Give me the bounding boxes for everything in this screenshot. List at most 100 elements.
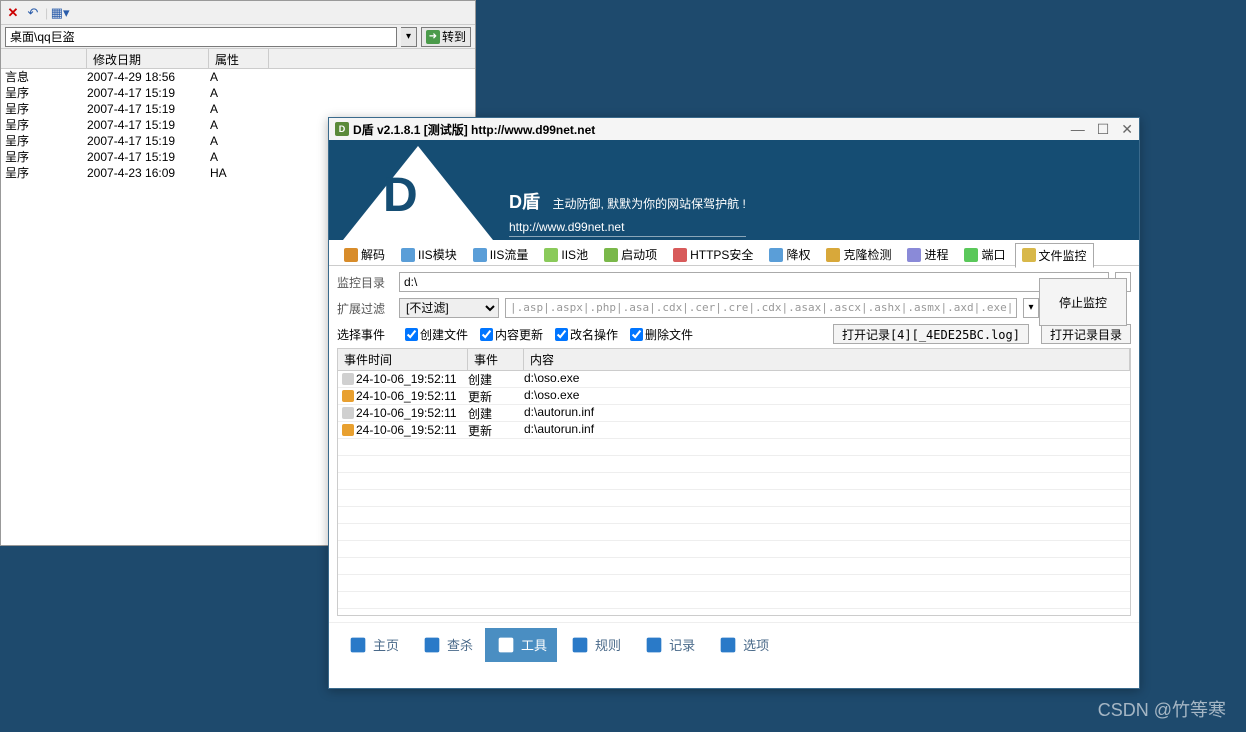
tab-7[interactable]: 克隆检测 [819, 242, 898, 267]
tab-icon [544, 248, 558, 262]
window-title: D盾 v2.1.8.1 [测试版] http://www.d99net.net [353, 121, 1071, 138]
file-row[interactable]: 言息2007-4-29 18:56A [1, 69, 475, 85]
tab-3[interactable]: IIS池 [537, 242, 595, 267]
empty-row [338, 592, 1130, 609]
bottom-nav: 主页查杀工具规则记录选项 [329, 622, 1139, 666]
ext-label: 扩展过滤 [337, 300, 393, 317]
chk-update[interactable]: 内容更新 [480, 326, 543, 343]
column-headers: 修改日期 属性 [1, 49, 475, 69]
tab-icon [401, 248, 415, 262]
event-row[interactable]: 24-10-06_19:52:11创建d:\oso.exe [338, 371, 1130, 388]
dropdown-icon[interactable]: ▾ [1023, 298, 1039, 318]
nav-选项[interactable]: 选项 [707, 628, 779, 662]
tab-2[interactable]: IIS流量 [466, 242, 536, 267]
address-input[interactable] [5, 27, 397, 47]
event-row[interactable]: 24-10-06_19:52:11更新d:\oso.exe [338, 388, 1130, 405]
empty-row [338, 575, 1130, 592]
nav-icon [569, 634, 591, 656]
empty-row [338, 439, 1130, 456]
undo-icon[interactable]: ↶ [25, 5, 41, 21]
banner-title: D盾 [509, 192, 540, 212]
tab-8[interactable]: 进程 [900, 242, 955, 267]
calendar-icon[interactable]: ▦▾ [52, 5, 68, 21]
tab-1[interactable]: IIS模块 [394, 242, 464, 267]
nav-记录[interactable]: 记录 [633, 628, 705, 662]
tab-4[interactable]: 启动项 [597, 242, 664, 267]
banner: D D盾 主动防御, 默默为你的网站保驾护航 ! http://www.d99n… [329, 140, 1139, 240]
dir-label: 监控目录 [337, 274, 393, 291]
close-button[interactable]: ✕ [1121, 121, 1133, 138]
tab-icon [473, 248, 487, 262]
nav-icon [421, 634, 443, 656]
nav-查杀[interactable]: 查杀 [411, 628, 483, 662]
nav-icon [495, 634, 517, 656]
tab-5[interactable]: HTTPS安全 [666, 242, 760, 267]
app-icon: D [335, 122, 349, 136]
chk-create[interactable]: 创建文件 [405, 326, 468, 343]
empty-row [338, 541, 1130, 558]
ext-select[interactable]: [不过滤] [399, 298, 499, 318]
maximize-button[interactable]: ☐ [1097, 121, 1110, 138]
event-table-header: 事件时间 事件 内容 [338, 349, 1130, 371]
empty-row [338, 490, 1130, 507]
empty-row [338, 609, 1130, 616]
col-attr[interactable]: 属性 [209, 49, 269, 68]
address-bar: ▾ ➜ 转到 [1, 25, 475, 49]
nav-规则[interactable]: 规则 [559, 628, 631, 662]
col-modified[interactable]: 修改日期 [87, 49, 209, 68]
tab-icon [826, 248, 840, 262]
empty-row [338, 473, 1130, 490]
tab-icon [344, 248, 358, 262]
nav-icon [643, 634, 665, 656]
event-label: 选择事件 [337, 326, 393, 343]
explorer-toolbar: ✕ ↶ | ▦▾ [1, 1, 475, 25]
col-time[interactable]: 事件时间 [338, 349, 468, 370]
tab-icon [769, 248, 783, 262]
nav-icon [717, 634, 739, 656]
tab-icon [964, 248, 978, 262]
tab-icon [907, 248, 921, 262]
arrow-icon: ➜ [426, 30, 440, 44]
col-event[interactable]: 事件 [468, 349, 524, 370]
tab-6[interactable]: 降权 [762, 242, 817, 267]
separator: | [45, 6, 48, 20]
tab-0[interactable]: 解码 [337, 242, 392, 267]
file-row[interactable]: 呈序2007-4-17 15:19A [1, 101, 475, 117]
tab-bar: 解码IIS模块IIS流量IIS池启动项HTTPS安全降权克隆检测进程端口文件监控 [329, 240, 1139, 266]
tab-icon [673, 248, 687, 262]
tab-icon [604, 248, 618, 262]
logo: D [343, 146, 493, 240]
event-table[interactable]: 事件时间 事件 内容 24-10-06_19:52:11创建d:\oso.exe… [337, 348, 1131, 616]
dshield-window[interactable]: D D盾 v2.1.8.1 [测试版] http://www.d99net.ne… [328, 117, 1140, 689]
ext-list-display: |.asp|.aspx|.php|.asa|.cdx|.cer|.cre|.cd… [505, 298, 1017, 318]
open-log-button[interactable]: 打开记录[4][_4EDE25BC.log] [833, 324, 1029, 344]
nav-主页[interactable]: 主页 [337, 628, 409, 662]
col-name[interactable] [1, 49, 87, 68]
empty-row [338, 456, 1130, 473]
go-label: 转到 [442, 28, 466, 45]
open-log-dir-button[interactable]: 打开记录目录 [1041, 324, 1131, 344]
dropdown-icon[interactable]: ▾ [401, 27, 417, 47]
empty-row [338, 558, 1130, 575]
chk-delete[interactable]: 删除文件 [630, 326, 693, 343]
go-button[interactable]: ➜ 转到 [421, 27, 471, 47]
stop-monitor-button[interactable]: 停止监控 [1039, 278, 1127, 326]
nav-工具[interactable]: 工具 [485, 628, 557, 662]
tab-9[interactable]: 端口 [957, 242, 1012, 267]
watermark: CSDN @竹等寒 [1098, 696, 1226, 722]
banner-subtitle: 主动防御, 默默为你的网站保驾护航 ! [552, 197, 745, 211]
dir-input[interactable] [399, 272, 1109, 292]
event-row[interactable]: 24-10-06_19:52:11更新d:\autorun.inf [338, 422, 1130, 439]
empty-row [338, 507, 1130, 524]
chk-rename[interactable]: 改名操作 [555, 326, 618, 343]
close-icon[interactable]: ✕ [5, 5, 21, 21]
event-row[interactable]: 24-10-06_19:52:11创建d:\autorun.inf [338, 405, 1130, 422]
minimize-button[interactable]: — [1071, 121, 1085, 138]
empty-row [338, 524, 1130, 541]
tab-10[interactable]: 文件监控 [1015, 243, 1094, 268]
title-bar: D D盾 v2.1.8.1 [测试版] http://www.d99net.ne… [329, 118, 1139, 140]
tab-content: 监控目录 ▾ 扩展过滤 [不过滤] |.asp|.aspx|.php|.asa|… [329, 266, 1139, 622]
tab-icon [1022, 248, 1036, 262]
col-content[interactable]: 内容 [524, 349, 1130, 370]
file-row[interactable]: 呈序2007-4-17 15:19A [1, 85, 475, 101]
